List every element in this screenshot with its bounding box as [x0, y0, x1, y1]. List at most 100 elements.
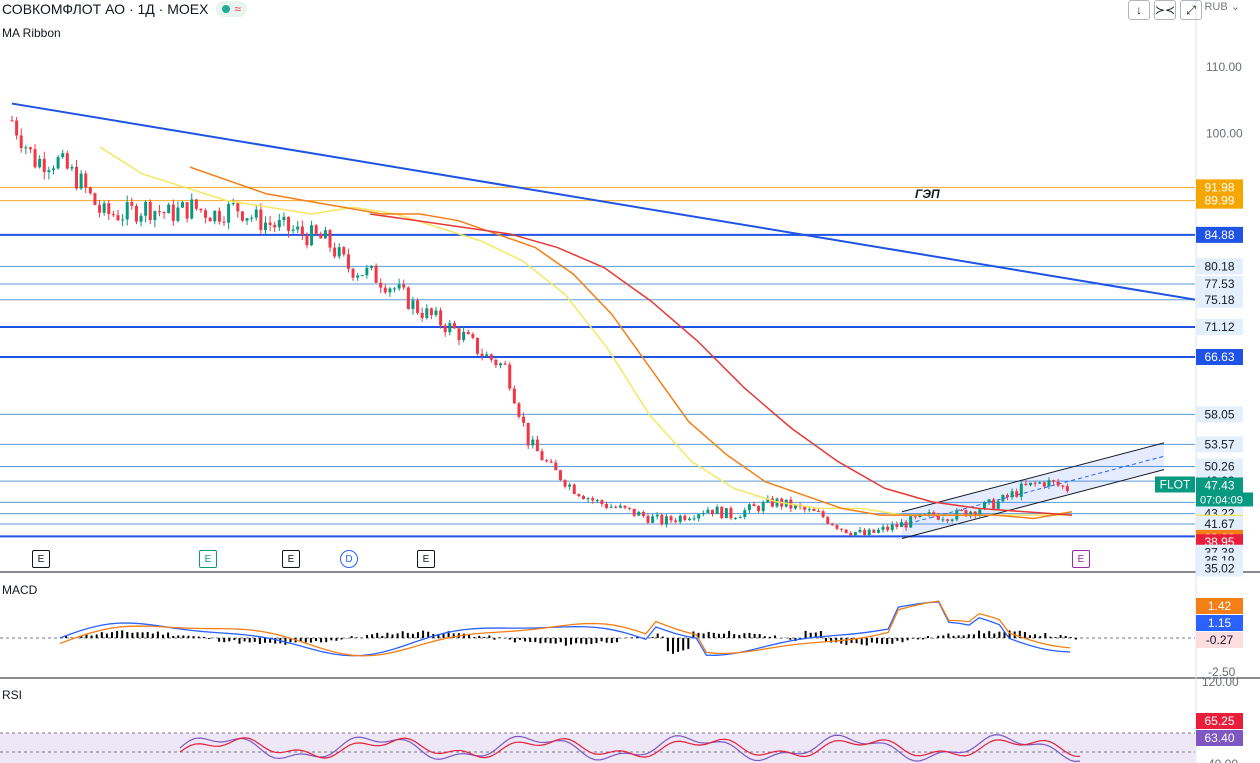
countdown-label: 07:04:09 — [1200, 494, 1243, 506]
macd-histogram-bar — [172, 635, 175, 638]
macd-histogram-bar — [335, 638, 338, 641]
candle-body — [1024, 483, 1028, 486]
candle-body — [849, 533, 853, 536]
macd-histogram-bar — [605, 638, 608, 643]
candle-body — [609, 506, 613, 508]
arrow-down-icon[interactable]: ↓ — [1128, 0, 1150, 20]
candle-body — [176, 207, 180, 221]
candle-body — [618, 505, 622, 508]
macd-histogram-bar — [223, 638, 226, 643]
macd-histogram-bar — [564, 638, 567, 646]
candle-body — [282, 216, 286, 221]
macd-histogram-bar — [187, 635, 190, 638]
candle-body — [641, 511, 645, 516]
indicator-label[interactable]: MA Ribbon — [2, 26, 61, 40]
candle-body — [757, 506, 761, 512]
candle-body — [512, 388, 516, 404]
candle-body — [171, 204, 175, 221]
macd-histogram-bar — [600, 638, 603, 642]
event-label: E — [1077, 553, 1085, 565]
candle-body — [204, 210, 208, 218]
macd-histogram-bar — [381, 635, 384, 638]
macd-histogram-bar — [753, 633, 756, 638]
candle-body — [383, 287, 387, 293]
event-earnings-icon[interactable]: E — [199, 550, 217, 568]
chart-canvas[interactable]: 110.00 100.00 ГЭП 91.9889.99 84.88 80.18 77.53… — [0, 0, 1260, 763]
fullscreen-icon[interactable]: ⤢ — [1180, 0, 1202, 20]
candle-body — [250, 217, 254, 219]
currency-selector[interactable]: RUB ⌄ — [1204, 0, 1240, 13]
price-axis-badge-label: 47.43 — [1204, 478, 1234, 492]
macd-histogram-bar — [1029, 635, 1031, 638]
candle-body — [1038, 482, 1042, 484]
macd-histogram-bar — [712, 632, 715, 638]
candle-body — [56, 157, 60, 169]
candle-body — [858, 529, 862, 533]
macd-histogram-bar — [192, 636, 195, 638]
candle-body — [531, 439, 535, 446]
candle-body — [365, 267, 369, 276]
price-axis-badge-label: 53.57 — [1204, 437, 1234, 451]
symbol-title[interactable]: СОВКОМФЛОТ АО · 1Д · MOEX — [2, 1, 208, 17]
macd-histogram-bar — [146, 631, 149, 638]
macd-histogram-bar — [656, 633, 659, 638]
macd-histogram-bar — [529, 638, 532, 643]
macd-histogram-bar — [417, 632, 419, 638]
candle-body — [572, 484, 576, 495]
macd-histogram-bar — [111, 632, 113, 638]
candle-body — [351, 268, 355, 278]
market-status-pill[interactable]: ≈ — [216, 1, 248, 17]
macd-histogram-bar — [666, 638, 669, 652]
macd-histogram-bar — [993, 633, 996, 638]
candle-body — [443, 325, 447, 333]
candle-body — [185, 202, 189, 219]
macd-histogram-bar — [304, 638, 307, 643]
candle-body — [812, 508, 816, 512]
macd-histogram-bar — [473, 637, 476, 638]
candle-body — [1010, 491, 1014, 498]
macd-histogram-bar — [942, 635, 945, 638]
candle-body — [310, 225, 314, 246]
macd-histogram-bar — [957, 635, 960, 638]
macd-histogram-bar — [320, 638, 323, 643]
macd-histogram-bar — [207, 638, 210, 639]
candle-body — [715, 506, 719, 515]
candle-body — [674, 520, 678, 522]
macd-pane[interactable]: MACD-2.501.421.15-0.27 — [0, 583, 1243, 679]
collapse-icon[interactable]: ≻≺ — [1154, 0, 1176, 20]
candle-body — [102, 203, 106, 213]
price-axis-badge-label: 77.53 — [1204, 277, 1234, 291]
candle-body — [913, 516, 917, 518]
candle-body — [420, 312, 424, 318]
rsi-pane[interactable]: RSI 120.00 40.00 65.25 63.40 — [0, 675, 1243, 763]
event-earnings-icon[interactable]: E — [32, 550, 50, 568]
candle-body — [134, 205, 138, 222]
candle-body — [863, 529, 867, 535]
price-axis-badge-label: 71.12 — [1204, 320, 1234, 334]
candle-body — [605, 503, 609, 508]
macd-histogram-bar — [376, 632, 379, 638]
macd-histogram-bar — [860, 638, 863, 645]
macd-histogram-bar — [743, 633, 746, 638]
moving-average-line — [99, 146, 1072, 516]
candle-body — [678, 515, 682, 522]
candle-body — [70, 167, 74, 169]
macd-histogram-bar — [493, 638, 496, 640]
macd-histogram-bar — [1044, 633, 1047, 638]
macd-histogram-bar — [539, 638, 542, 644]
event-dividend-icon[interactable]: D — [340, 550, 358, 568]
price-axis-badge-label: 84.88 — [1204, 228, 1234, 242]
candle-body — [904, 522, 908, 528]
candle-body — [821, 511, 825, 518]
candle-body — [240, 211, 244, 221]
macd-histogram-bar — [371, 634, 374, 638]
event-upcoming-earnings-icon[interactable]: E — [1072, 550, 1090, 568]
macd-histogram-bar — [253, 638, 256, 642]
candle-body — [411, 300, 415, 309]
macd-histogram-bar — [972, 634, 975, 638]
candle-body — [558, 470, 562, 481]
candle-body — [485, 354, 489, 356]
candle-body — [153, 211, 157, 221]
event-earnings-icon[interactable]: E — [282, 550, 300, 568]
event-earnings-icon[interactable]: E — [417, 550, 435, 568]
